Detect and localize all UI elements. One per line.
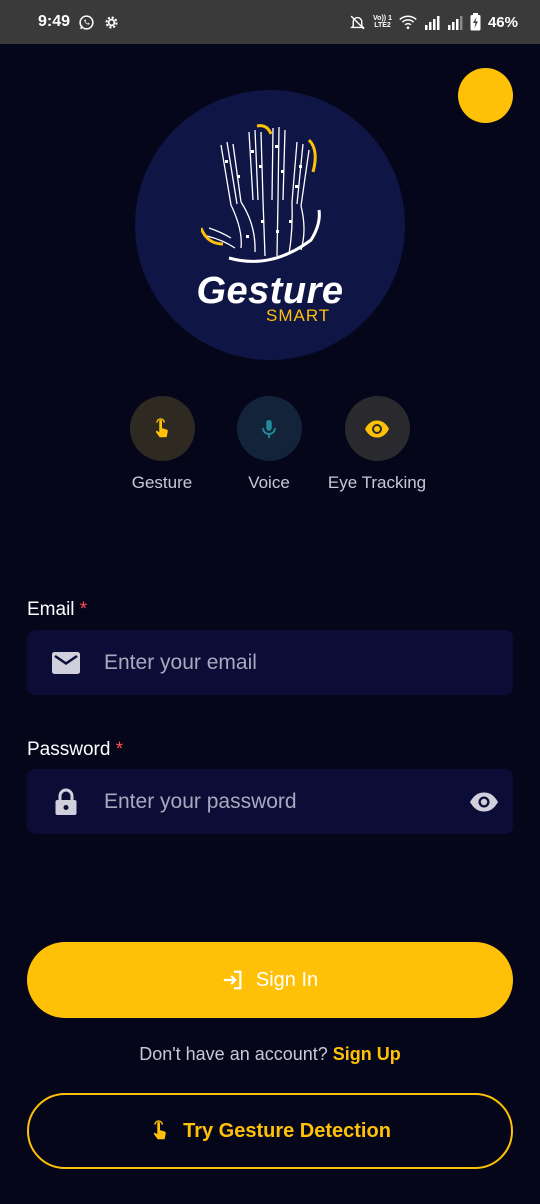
signal-icon [424,15,440,30]
status-bar: 9:49 Vo)) 1 LTE2 46% [0,0,540,44]
login-icon [222,969,244,991]
try-gesture-label: Try Gesture Detection [183,1119,391,1142]
theme-toggle-button[interactable] [458,68,513,123]
mute-bell-icon [349,14,366,31]
signal-icon [447,15,463,30]
logo-subtitle: SMART [266,306,331,325]
sign-up-link[interactable]: Sign Up [333,1044,401,1064]
email-input[interactable] [104,650,513,675]
password-label: Password * [27,739,124,760]
tap-hand-icon [151,417,173,440]
circuit-hand-icon [199,120,331,275]
sign-in-label: Sign In [255,968,319,991]
tap-hand-icon [149,1120,171,1142]
volte-indicator: Vo)) 1 LTE2 [373,15,392,29]
mode-voice-circle[interactable] [236,396,302,461]
mode-gesture[interactable]: Gesture [121,396,203,493]
sign-in-button[interactable]: Sign In [27,942,513,1018]
mode-gesture-circle[interactable] [129,396,195,461]
eye-icon [364,419,390,439]
required-marker: * [79,599,88,620]
password-field[interactable] [27,769,513,834]
status-time: 9:49 [38,13,71,30]
whatsapp-icon [78,14,95,31]
no-account-text: Don't have an account? [139,1044,328,1064]
gear-icon [103,14,120,31]
mode-gesture-label: Gesture [131,473,193,492]
app-logo: Gesture SMART [135,90,405,360]
eye-icon [469,791,499,813]
mail-icon [27,651,104,674]
mode-voice[interactable]: Voice [228,396,310,493]
signup-prompt: Don't have an account? Sign Up [0,1044,540,1065]
lock-icon [27,788,104,816]
microphone-icon [258,417,280,441]
battery-charging-icon [470,13,481,31]
mode-eye-tracking[interactable]: Eye Tracking [317,396,437,493]
email-label: Email * [27,599,88,620]
password-input[interactable] [104,789,455,814]
mode-voice-label: Voice [248,473,290,492]
try-gesture-detection-button[interactable]: Try Gesture Detection [27,1093,513,1169]
show-password-toggle[interactable] [455,791,513,813]
moon-icon [472,83,499,109]
required-marker: * [115,739,124,760]
email-field[interactable] [27,630,513,695]
battery-percent: 46% [487,13,518,31]
wifi-icon [399,15,417,30]
mode-eye-tracking-circle[interactable] [344,396,410,461]
mode-eye-tracking-label: Eye Tracking [327,473,427,492]
